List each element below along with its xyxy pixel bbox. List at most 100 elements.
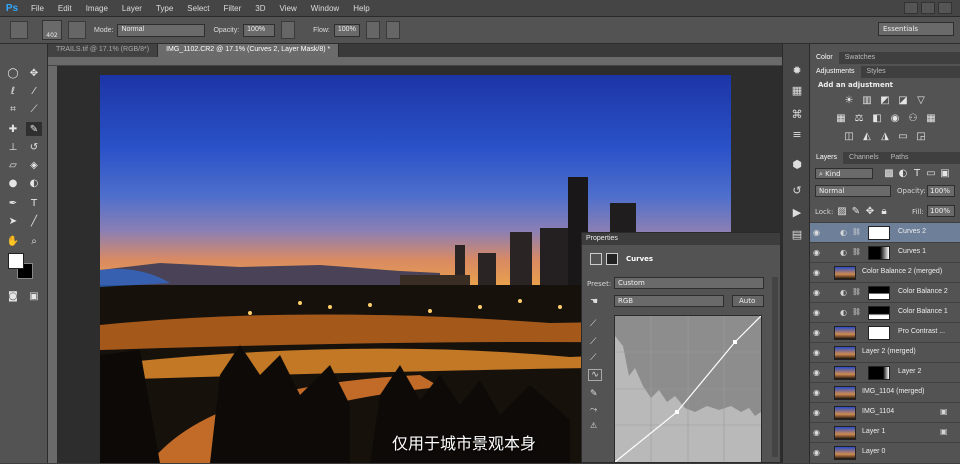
eraser-tool-icon[interactable]: ▱ (5, 158, 21, 172)
visibility-eye-icon[interactable]: ◉ (813, 348, 823, 358)
lock-transparent-icon[interactable]: ▨ (835, 205, 849, 218)
spot-healing-tool-icon[interactable]: ✚ (5, 122, 21, 136)
photo-filter-icon[interactable]: ◉ (888, 112, 902, 125)
layer-thumbnail[interactable] (834, 366, 856, 380)
workspace-switcher[interactable]: Essentials (878, 22, 954, 36)
filter-type-icon[interactable]: T (910, 167, 924, 180)
color-lookup-icon[interactable]: ▦ (924, 112, 938, 125)
quick-mask-icon[interactable]: ◙ (5, 289, 21, 303)
actions-panel-icon[interactable]: ▶ (788, 204, 806, 220)
dodge-tool-icon[interactable]: ◐ (26, 176, 42, 190)
menu-3d[interactable]: 3D (248, 4, 272, 13)
layer-opacity-field[interactable]: 100% (927, 185, 955, 197)
brush-size-picker[interactable]: 402 (42, 20, 62, 40)
tab-styles[interactable]: Styles (861, 66, 892, 78)
tab-trails[interactable]: TRAILS.tif @ 17.1% (RGB/8*) (48, 44, 159, 57)
channel-select[interactable]: RGB (614, 295, 724, 307)
layer-kind-filter[interactable]: ⌕ Kind (815, 168, 873, 179)
menu-select[interactable]: Select (180, 4, 216, 13)
brush-tool-icon[interactable]: ✎ (26, 122, 42, 136)
clone-stamp-tool-icon[interactable]: ⊥ (5, 140, 21, 154)
selective-color-icon[interactable]: ◲ (914, 130, 928, 143)
color-panel-icon[interactable]: ✹ (788, 62, 806, 78)
brush-presets-icon[interactable]: ≡ (788, 126, 806, 142)
history-panel-icon[interactable]: ↺ (788, 182, 806, 198)
tab-adjustments[interactable]: Adjustments (810, 66, 861, 78)
curves-adjust-icon[interactable]: ◩ (878, 94, 892, 107)
layer-mask-thumbnail[interactable] (868, 286, 890, 300)
layer-row[interactable]: ◉ Layer 2 (merged) (810, 342, 960, 362)
sample-black-icon[interactable]: ⟋ (590, 319, 596, 329)
menu-type[interactable]: Type (149, 4, 180, 13)
minimize-button[interactable] (904, 2, 918, 14)
exposure-icon[interactable]: ◪ (896, 94, 910, 107)
mask-link-icon[interactable]: ⛓ (852, 228, 861, 236)
brush-tool-preset-icon[interactable] (10, 21, 28, 39)
blur-tool-icon[interactable]: ● (5, 176, 21, 190)
visibility-eye-icon[interactable]: ◉ (813, 228, 823, 238)
layer-thumbnail[interactable] (834, 406, 856, 420)
channel-mixer-icon[interactable]: ⚇ (906, 112, 920, 125)
layer-row[interactable]: ◉ Layer 0 (810, 442, 960, 463)
menu-window[interactable]: Window (304, 4, 346, 13)
visibility-eye-icon[interactable]: ◉ (813, 288, 823, 298)
zoom-tool-icon[interactable]: ⌕ (26, 234, 42, 248)
layer-thumbnail[interactable] (834, 426, 856, 440)
curves-graph[interactable] (614, 315, 762, 463)
menu-image[interactable]: Image (79, 4, 115, 13)
history-brush-tool-icon[interactable]: ↺ (26, 140, 42, 154)
menu-filter[interactable]: Filter (217, 4, 249, 13)
opacity-pressure-icon[interactable] (281, 21, 296, 39)
layer-row[interactable]: ◉ ◐ ⛓ Curves 2 (810, 222, 960, 242)
path-selection-tool-icon[interactable]: ➤ (5, 214, 21, 228)
hue-saturation-icon[interactable]: ▦ (834, 112, 848, 125)
filter-shape-icon[interactable]: ▭ (924, 167, 938, 180)
tab-channels[interactable]: Channels (843, 152, 885, 164)
clipping-warning-icon[interactable]: ⚠ (590, 421, 597, 430)
layer-row[interactable]: ◉ Pro Contrast ... (810, 322, 960, 342)
blend-mode-select[interactable]: Normal (815, 185, 891, 197)
layer-mask-thumbnail[interactable] (868, 226, 890, 240)
visibility-eye-icon[interactable]: ◉ (813, 368, 823, 378)
brush-panel-icon[interactable] (68, 21, 86, 39)
swatches-panel-icon[interactable]: ▦ (788, 82, 806, 98)
layer-mask-thumbnail[interactable] (868, 306, 890, 320)
layer-row[interactable]: ◉ IMG_1104 ▣ (810, 402, 960, 422)
pen-tool-icon[interactable]: ✒ (5, 196, 21, 210)
menu-file[interactable]: File (24, 4, 51, 13)
properties-scrollbar[interactable] (772, 277, 778, 457)
airbrush-icon[interactable] (365, 21, 380, 39)
filter-pixel-icon[interactable]: ▩ (882, 167, 896, 180)
foreground-color-swatch[interactable] (8, 253, 24, 269)
layer-row[interactable]: ◉ ◐ ⛓ Color Balance 1 (810, 302, 960, 322)
tab-paths[interactable]: Paths (885, 152, 915, 164)
screen-mode-icon[interactable]: ▣ (26, 289, 42, 303)
edit-points-icon[interactable]: ∿ (588, 369, 602, 381)
layer-row[interactable]: ◉ Layer 2 (810, 362, 960, 382)
visibility-eye-icon[interactable]: ◉ (813, 308, 823, 318)
layer-thumbnail[interactable] (834, 386, 856, 400)
line-tool-icon[interactable]: ╱ (26, 214, 42, 228)
tab-layers[interactable]: Layers (810, 152, 844, 164)
auto-button[interactable]: Auto (732, 295, 764, 307)
layer-mask-thumbnail[interactable] (868, 246, 890, 260)
sample-gray-icon[interactable]: ⟋ (590, 337, 596, 347)
type-tool-icon[interactable]: T (26, 196, 42, 210)
lock-all-icon[interactable]: 🔒︎ (877, 205, 891, 218)
opacity-field[interactable]: 100% (243, 23, 276, 37)
target-adjust-hand-icon[interactable]: ☚ (590, 297, 602, 307)
visibility-eye-icon[interactable]: ◉ (813, 248, 823, 258)
levels-icon[interactable]: ▥ (860, 94, 874, 107)
quick-selection-tool-icon[interactable]: ⁄ (26, 84, 42, 98)
layer-thumbnail[interactable] (834, 326, 856, 340)
mask-link-icon[interactable]: ⛓ (852, 308, 861, 316)
brush-panel-icon[interactable]: ⌘ (788, 106, 806, 122)
pencil-curve-icon[interactable]: ✎ (590, 389, 598, 399)
menu-view[interactable]: View (273, 4, 304, 13)
layer-row[interactable]: ◉ Color Balance 2 (merged) (810, 262, 960, 282)
mask-link-icon[interactable]: ⛓ (852, 248, 861, 256)
brightness-contrast-icon[interactable]: ☀ (842, 94, 856, 107)
sample-white-icon[interactable]: ⟋ (590, 353, 596, 363)
lock-image-icon[interactable]: ✎ (849, 205, 863, 218)
layer-mask-thumbnail[interactable] (868, 326, 890, 340)
